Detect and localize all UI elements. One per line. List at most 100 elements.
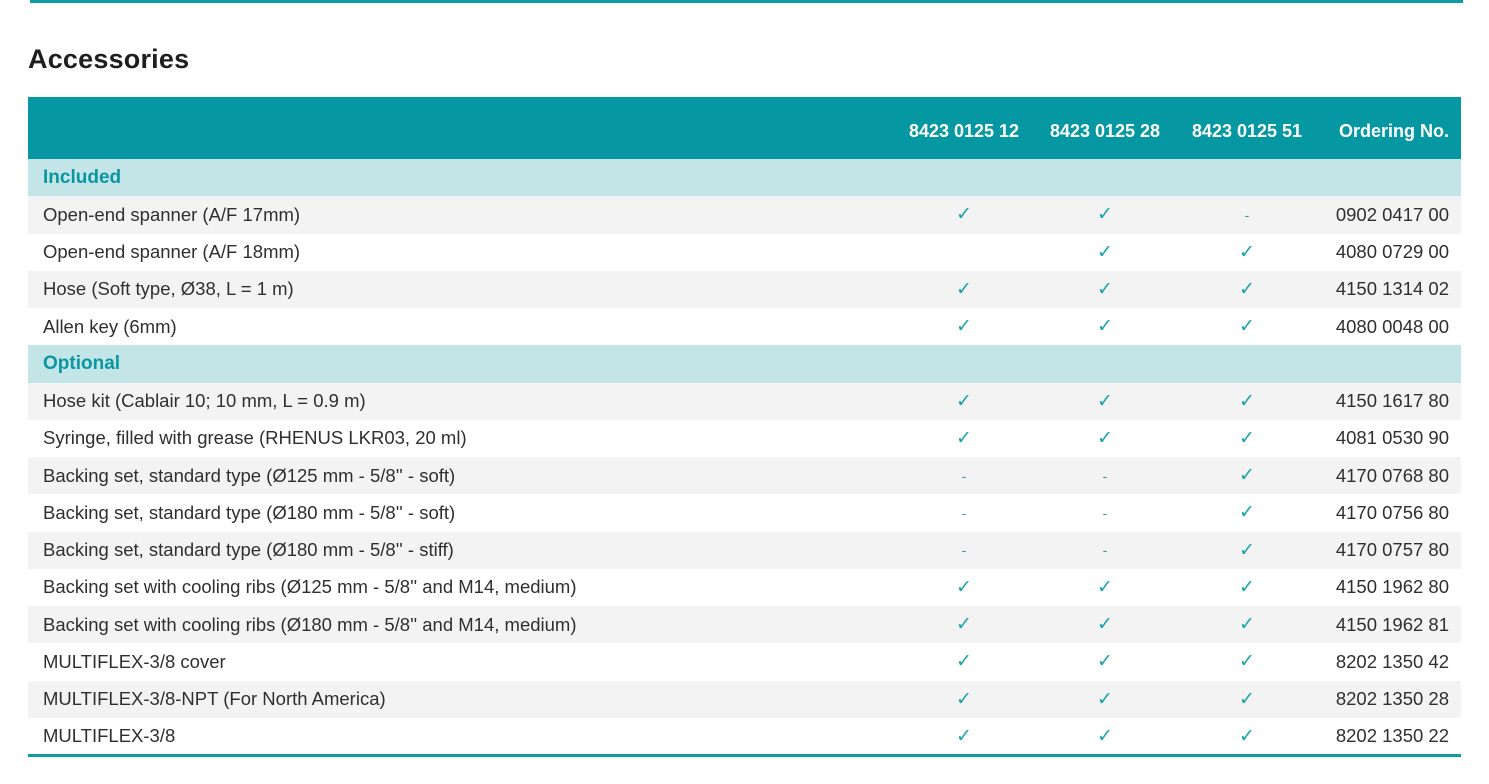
bottom-rule bbox=[28, 754, 1461, 757]
table-row: MULTIFLEX-3/8 ✓ ✓ ✓ 8202 1350 22 bbox=[28, 717, 1461, 755]
ordering-number: 4150 1962 80 bbox=[1335, 576, 1449, 598]
table-row: Hose (Soft type, Ø38, L = 1 m) ✓ ✓ ✓ 4150 13… bbox=[28, 270, 1461, 308]
table-row: Open-end spanner (A/F 17mm) ✓ ✓ - 0902 0417 … bbox=[28, 196, 1461, 234]
item-name: Hose kit (Cablair 10; 10 mm, L = 0.9 m) bbox=[43, 390, 366, 412]
section-label: Optional bbox=[43, 352, 121, 374]
accessories-table-container: 8423 0125 12 8423 0125 28 8423 0125 51 O… bbox=[28, 97, 1461, 755]
table-row: Backing set, standard type (Ø125 mm - 5/… bbox=[28, 457, 1461, 495]
check-icon: ✓ bbox=[1239, 651, 1255, 673]
dash-mark: - bbox=[961, 542, 967, 559]
check-icon: ✓ bbox=[1239, 725, 1255, 747]
top-rule bbox=[30, 0, 1463, 3]
table-row: Allen key (6mm) ✓ ✓ ✓ 4080 0048 00 bbox=[28, 308, 1461, 346]
check-icon: ✓ bbox=[1239, 390, 1255, 412]
ordering-number: 0902 0417 00 bbox=[1335, 203, 1449, 225]
check-icon: ✓ bbox=[1239, 539, 1255, 561]
check-icon: ✓ bbox=[1239, 241, 1255, 263]
check-icon: ✓ bbox=[1239, 465, 1255, 487]
item-name: Syringe, filled with grease (RHENUS LKR0… bbox=[43, 427, 467, 449]
header-description bbox=[28, 97, 894, 159]
ordering-number: 4170 0757 80 bbox=[1335, 539, 1449, 561]
item-name: Backing set with cooling ribs (Ø125 mm -… bbox=[43, 576, 577, 598]
check-icon: ✓ bbox=[1239, 502, 1255, 524]
item-name: Backing set with cooling ribs (Ø180 mm -… bbox=[43, 613, 577, 635]
table-row: Hose kit (Cablair 10; 10 mm, L = 0.9 m) ✓… bbox=[28, 382, 1461, 420]
ordering-number: 4170 0768 80 bbox=[1335, 464, 1449, 486]
header-row: 8423 0125 12 8423 0125 28 8423 0125 51 O… bbox=[28, 97, 1461, 159]
item-name: Backing set, standard type (Ø180 mm - 5/… bbox=[43, 539, 454, 561]
table-row: MULTIFLEX-3/8 cover ✓ ✓ ✓ 8202 1350 42 bbox=[28, 643, 1461, 681]
item-name: Open-end spanner (A/F 17mm) bbox=[43, 203, 301, 225]
item-name: Hose (Soft type, Ø38, L = 1 m) bbox=[43, 278, 294, 300]
ordering-number: 8202 1350 42 bbox=[1335, 650, 1449, 672]
check-icon: ✓ bbox=[1097, 278, 1113, 300]
check-icon: ✓ bbox=[1097, 725, 1113, 747]
check-icon: ✓ bbox=[956, 651, 972, 673]
check-icon: ✓ bbox=[956, 390, 972, 412]
check-icon: ✓ bbox=[1097, 241, 1113, 263]
dash-mark: - bbox=[1244, 206, 1250, 223]
check-icon: ✓ bbox=[1097, 390, 1113, 412]
table-body: Included Open-end spanner (A/F 17mm) ✓ ✓ - 09… bbox=[28, 159, 1461, 755]
check-icon: ✓ bbox=[956, 204, 972, 226]
check-icon: ✓ bbox=[1097, 651, 1113, 673]
dash-mark: - bbox=[1102, 542, 1108, 559]
table-header: 8423 0125 12 8423 0125 28 8423 0125 51 O… bbox=[28, 97, 1461, 159]
header-model-3: 8423 0125 51 bbox=[1191, 120, 1303, 141]
ordering-number: 8202 1350 22 bbox=[1335, 725, 1449, 747]
check-icon: ✓ bbox=[1239, 688, 1255, 710]
section-label: Included bbox=[43, 166, 122, 188]
check-icon: ✓ bbox=[1239, 316, 1255, 338]
check-icon: ✓ bbox=[956, 725, 972, 747]
section-row-optional: Optional bbox=[28, 345, 1461, 383]
dash-mark: - bbox=[961, 504, 967, 521]
check-icon: ✓ bbox=[1097, 204, 1113, 226]
check-icon: ✓ bbox=[956, 688, 972, 710]
check-icon: ✓ bbox=[1239, 614, 1255, 636]
check-icon: ✓ bbox=[1239, 278, 1255, 300]
table-row: Open-end spanner (A/F 18mm) ✓ ✓ 4080 0729 0… bbox=[28, 233, 1461, 271]
check-icon: ✓ bbox=[956, 427, 972, 449]
check-icon: ✓ bbox=[956, 614, 972, 636]
table-row: Backing set with cooling ribs (Ø125 mm -… bbox=[28, 568, 1461, 606]
item-name: MULTIFLEX-3/8 cover bbox=[43, 650, 226, 672]
ordering-number: 4150 1314 02 bbox=[1335, 278, 1449, 300]
ordering-number: 4080 0048 00 bbox=[1335, 315, 1449, 337]
header-ordering-no: Ordering No. bbox=[1338, 120, 1449, 141]
item-name: Backing set, standard type (Ø180 mm - 5/… bbox=[43, 501, 456, 523]
ordering-number: 4080 0729 00 bbox=[1335, 241, 1449, 263]
ordering-number: 4170 0756 80 bbox=[1335, 501, 1449, 523]
check-icon: ✓ bbox=[1097, 688, 1113, 710]
check-icon: ✓ bbox=[956, 576, 972, 598]
ordering-number: 8202 1350 28 bbox=[1335, 688, 1449, 710]
header-model-1: 8423 0125 12 bbox=[908, 120, 1020, 141]
ordering-number: 4150 1962 81 bbox=[1335, 613, 1449, 635]
table-row: Backing set, standard type (Ø180 mm - 5/… bbox=[28, 494, 1461, 532]
item-name: Allen key (6mm) bbox=[43, 315, 177, 337]
dash-mark: - bbox=[1102, 504, 1108, 521]
accessories-table: 8423 0125 12 8423 0125 28 8423 0125 51 O… bbox=[28, 97, 1461, 755]
dash-mark: - bbox=[961, 467, 967, 484]
ordering-number: 4081 0530 90 bbox=[1335, 427, 1449, 449]
item-name: MULTIFLEX-3/8 bbox=[43, 725, 176, 747]
section-row-included: Included bbox=[28, 159, 1461, 197]
table-row: Backing set, standard type (Ø180 mm - 5/… bbox=[28, 531, 1461, 569]
header-model-2: 8423 0125 28 bbox=[1049, 120, 1161, 141]
table-row: Syringe, filled with grease (RHENUS LKR0… bbox=[28, 419, 1461, 457]
check-icon: ✓ bbox=[1097, 427, 1113, 449]
dash-mark: - bbox=[1102, 467, 1108, 484]
check-icon: ✓ bbox=[956, 316, 972, 338]
check-icon: ✓ bbox=[1097, 576, 1113, 598]
table-row: Backing set with cooling ribs (Ø180 mm -… bbox=[28, 606, 1461, 644]
check-icon: ✓ bbox=[1239, 576, 1255, 598]
page-title: Accessories bbox=[28, 44, 190, 74]
item-name: MULTIFLEX-3/8-NPT (For North America) bbox=[43, 688, 386, 710]
check-icon: ✓ bbox=[1097, 316, 1113, 338]
item-name: Open-end spanner (A/F 18mm) bbox=[43, 241, 301, 263]
check-icon: ✓ bbox=[956, 278, 972, 300]
ordering-number: 4150 1617 80 bbox=[1335, 390, 1449, 412]
check-icon: ✓ bbox=[1097, 614, 1113, 636]
table-row: MULTIFLEX-3/8-NPT (For North America) ✓ ✓ ✓… bbox=[28, 680, 1461, 718]
item-name: Backing set, standard type (Ø125 mm - 5/… bbox=[43, 464, 456, 486]
check-icon: ✓ bbox=[1239, 427, 1255, 449]
